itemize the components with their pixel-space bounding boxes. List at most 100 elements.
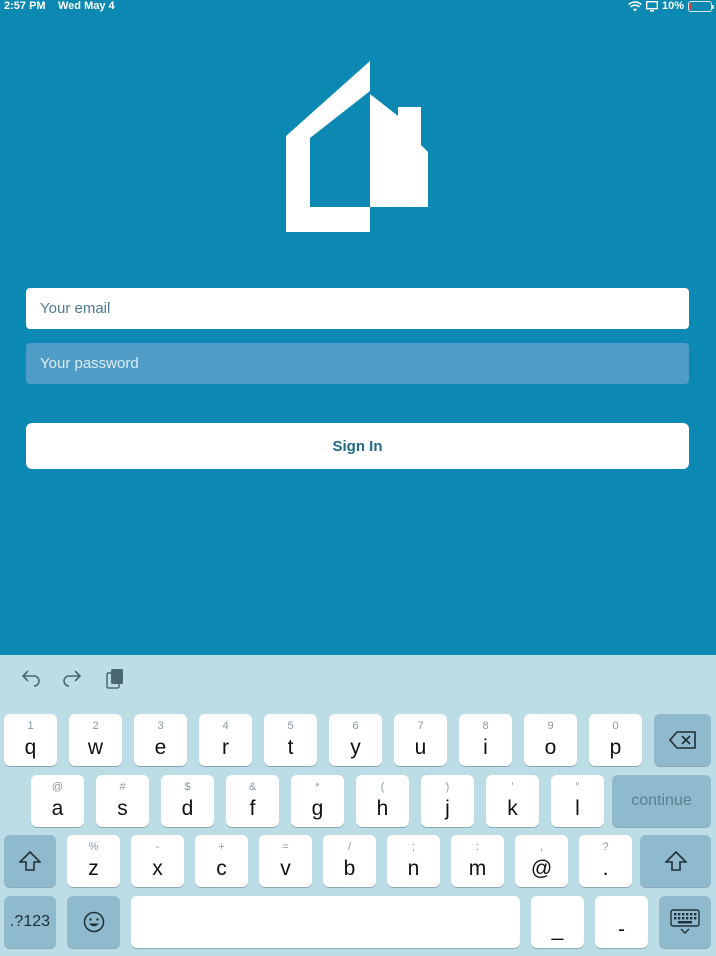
dash-label: - <box>618 918 625 941</box>
key-label: k <box>507 797 518 820</box>
key-label: n <box>407 857 420 880</box>
key-r[interactable]: 4r <box>199 714 252 766</box>
numbers-key[interactable]: .?123 <box>4 896 56 948</box>
key-label: o <box>544 736 557 759</box>
underscore-key[interactable]: _ <box>531 896 584 948</box>
key-label: e <box>154 736 167 759</box>
key-label: f <box>249 797 256 820</box>
key-c[interactable]: + c <box>195 835 248 887</box>
key-label: l <box>575 797 580 820</box>
key-hint: = <box>282 841 289 853</box>
password-field[interactable] <box>26 343 689 384</box>
key-j[interactable]: ) j <box>421 775 474 827</box>
undo-button[interactable] <box>19 665 43 693</box>
key-hint: 9 <box>547 720 554 732</box>
key-m[interactable]: :m <box>451 835 504 887</box>
key-at[interactable]: , @ <box>515 835 568 887</box>
key-label: p <box>609 736 622 759</box>
key-z[interactable]: % z <box>67 835 120 887</box>
key-d[interactable]: $ d <box>161 775 214 827</box>
key-hint: ' <box>511 781 514 793</box>
key-k[interactable]: ' k <box>486 775 539 827</box>
numbers-label: .?123 <box>9 913 51 930</box>
house-logo <box>286 61 428 232</box>
dismiss-keyboard-key[interactable] <box>659 896 711 948</box>
backspace-key[interactable] <box>654 714 711 766</box>
key-b[interactable]: / b <box>323 835 376 887</box>
key-hint: / <box>347 841 352 853</box>
shift-icon <box>19 851 41 871</box>
redo-button[interactable] <box>60 665 84 693</box>
emoji-icon <box>83 911 104 933</box>
key-x[interactable]: -x <box>131 835 184 887</box>
space-key[interactable] <box>131 896 520 948</box>
key-hint: 8 <box>482 720 489 732</box>
battery-percent: 10% <box>661 0 684 12</box>
key-label: q <box>24 736 37 759</box>
keyboard-dismiss-icon <box>670 909 700 934</box>
key-h[interactable]: (h <box>356 775 409 827</box>
key-label: s <box>117 797 128 820</box>
status-right: 10% <box>628 0 714 12</box>
key-hint: * <box>315 781 320 793</box>
key-u[interactable]: 7u <box>394 714 447 766</box>
paste-button[interactable] <box>103 665 127 693</box>
key-n[interactable]: ; n <box>387 835 440 887</box>
key-label: b <box>343 857 356 880</box>
key-e[interactable]: 3e <box>134 714 187 766</box>
key-hint: + <box>218 841 225 853</box>
key-t[interactable]: 5t <box>264 714 317 766</box>
key-hint: ; <box>411 841 416 853</box>
key-a[interactable]: @ a <box>31 775 84 827</box>
shift-icon <box>664 851 687 871</box>
key-i[interactable]: 8i <box>459 714 512 766</box>
key-label: t <box>287 736 294 759</box>
underscore-label: _ <box>551 918 564 941</box>
undo-icon <box>21 670 40 687</box>
screen-mirroring-icon <box>645 0 658 12</box>
key-hint: - <box>155 841 160 853</box>
key-label: @ <box>530 857 553 880</box>
paste-icon <box>106 669 123 689</box>
key-l[interactable]: " l <box>551 775 604 827</box>
key-hint: 7 <box>417 720 424 732</box>
key-label: u <box>414 736 427 759</box>
continue-key[interactable]: continue <box>612 775 711 827</box>
key-q[interactable]: 1q <box>4 714 57 766</box>
key-label: c <box>216 857 227 880</box>
key-hint: ) <box>445 781 450 793</box>
key-hint: " <box>575 781 580 793</box>
key-s[interactable]: # s <box>96 775 149 827</box>
key-label: v <box>280 857 291 880</box>
key-hint: 4 <box>222 720 229 732</box>
key-hint: # <box>119 781 126 793</box>
key-label: . <box>602 857 609 880</box>
key-w[interactable]: 2w <box>69 714 122 766</box>
shift-key-left[interactable] <box>4 835 56 887</box>
key-label: h <box>376 797 389 820</box>
dash-key[interactable]: - <box>595 896 648 948</box>
key-v[interactable]: = v <box>259 835 312 887</box>
key-period[interactable]: ?. <box>579 835 632 887</box>
key-label: a <box>51 797 64 820</box>
key-o[interactable]: 9o <box>524 714 577 766</box>
key-label: m <box>468 857 487 880</box>
key-f[interactable]: & f <box>226 775 279 827</box>
key-label: w <box>87 736 104 759</box>
key-y[interactable]: 6y <box>329 714 382 766</box>
shift-key-right[interactable] <box>640 835 711 887</box>
key-p[interactable]: 0p <box>589 714 642 766</box>
key-hint: ? <box>602 841 609 853</box>
key-label: y <box>350 736 361 759</box>
key-hint: @ <box>51 781 64 793</box>
wifi-icon <box>628 0 642 11</box>
key-label: d <box>181 797 194 820</box>
key-label: i <box>483 736 488 759</box>
key-label: z <box>88 857 99 880</box>
emoji-key[interactable] <box>67 896 120 948</box>
email-field[interactable] <box>26 288 689 329</box>
key-g[interactable]: * g <box>291 775 344 827</box>
key-hint: 2 <box>92 720 99 732</box>
sign-in-button[interactable]: Sign In <box>26 423 689 469</box>
key-label: x <box>152 857 163 880</box>
